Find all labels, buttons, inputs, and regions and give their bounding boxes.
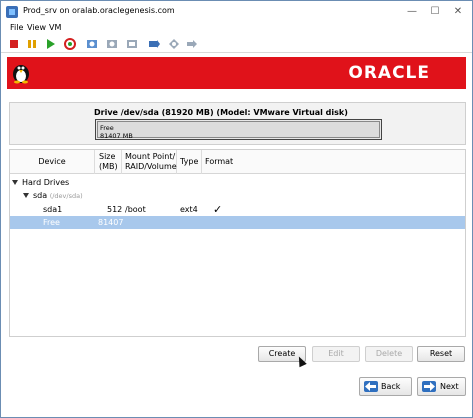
cell-type: ext4 xyxy=(180,205,198,214)
snapshot-restore-icon[interactable] xyxy=(105,37,119,51)
delete-button[interactable]: Delete xyxy=(365,346,413,362)
free-segment: Free 81407 MB xyxy=(97,121,380,140)
menu-vm[interactable]: VM xyxy=(49,23,61,32)
cell-size: 512 xyxy=(107,205,123,214)
usb-icon[interactable] xyxy=(147,37,161,51)
expand-arrow-icon[interactable] xyxy=(23,193,29,198)
table-row-selected[interactable]: Free 81407 xyxy=(10,216,465,229)
free-segment-name: Free xyxy=(100,124,114,132)
oracle-logo: ORACLE xyxy=(348,63,430,83)
sda-label: sda xyxy=(33,191,48,200)
menu-file[interactable]: File xyxy=(10,23,23,32)
menu-view[interactable]: View xyxy=(27,23,46,32)
back-arrow-icon xyxy=(364,381,378,392)
installer-banner: ORACLE xyxy=(7,57,466,89)
tux-penguin-icon xyxy=(11,60,31,84)
toolbar xyxy=(1,35,472,53)
tree-row-sda[interactable]: sda (/dev/sda) xyxy=(10,189,465,202)
close-button[interactable]: ✕ xyxy=(447,4,469,20)
hard-drives-node: Hard Drives xyxy=(12,176,69,189)
minimize-button[interactable]: — xyxy=(401,4,423,20)
cell-mount: /boot xyxy=(125,205,146,214)
column-size[interactable]: Size (MB) xyxy=(95,150,122,174)
window-title: Prod_srv on oralab.oraclegenesis.com xyxy=(23,6,175,15)
sda-node: sda (/dev/sda) xyxy=(23,189,83,203)
tree-row-hard-drives[interactable]: Hard Drives xyxy=(10,176,465,189)
next-button[interactable]: Next xyxy=(417,377,466,396)
format-check-icon: ✓ xyxy=(213,203,223,216)
refresh-icon[interactable] xyxy=(63,37,77,51)
cell-device: Free xyxy=(43,218,60,227)
snapshot-icon[interactable] xyxy=(85,37,99,51)
stop-icon[interactable] xyxy=(7,37,21,51)
play-icon[interactable] xyxy=(43,37,57,51)
back-label: Back xyxy=(381,382,401,391)
drive-title: Drive /dev/sda (81920 MB) (Model: VMware… xyxy=(94,108,348,117)
hard-drives-label: Hard Drives xyxy=(22,178,70,187)
column-device[interactable]: Device xyxy=(10,150,95,174)
column-format[interactable]: Format xyxy=(202,150,235,174)
installer-window: Prod_srv on oralab.oraclegenesis.com — ☐… xyxy=(0,0,473,418)
reset-button[interactable]: Reset xyxy=(417,346,465,362)
maximize-button[interactable]: ☐ xyxy=(424,4,446,20)
title-bar: Prod_srv on oralab.oraclegenesis.com — ☐… xyxy=(1,1,472,23)
vm-app-icon xyxy=(6,6,18,18)
column-mount[interactable]: Mount Point/ RAID/Volume xyxy=(122,150,177,174)
pause-icon[interactable] xyxy=(25,37,39,51)
drive-panel: Drive /dev/sda (81920 MB) (Model: VMware… xyxy=(9,102,466,145)
next-arrow-icon xyxy=(422,381,436,392)
free-segment-size: 81407 MB xyxy=(100,132,133,140)
column-type[interactable]: Type xyxy=(177,150,202,174)
cell-size: 81407 xyxy=(98,218,124,227)
table-header: Device Size (MB) Mount Point/ RAID/Volum… xyxy=(10,150,465,174)
settings-icon[interactable] xyxy=(167,37,181,51)
drive-usage-bar: Free 81407 MB xyxy=(95,119,382,140)
forward-icon[interactable] xyxy=(185,37,199,51)
next-label: Next xyxy=(440,382,459,391)
partition-table: Device Size (MB) Mount Point/ RAID/Volum… xyxy=(9,149,466,337)
expand-arrow-icon[interactable] xyxy=(12,180,18,185)
table-row[interactable]: sda1 512 /boot ext4 ✓ xyxy=(10,203,465,216)
menu-bar: File View VM xyxy=(1,23,472,35)
cell-device: sda1 xyxy=(43,205,63,214)
snapshot-manage-icon[interactable] xyxy=(125,37,139,51)
back-button[interactable]: Back xyxy=(359,377,412,396)
sda-path: (/dev/sda) xyxy=(49,192,83,200)
edit-button[interactable]: Edit xyxy=(312,346,360,362)
free-segment-label: Free 81407 MB xyxy=(100,124,133,140)
